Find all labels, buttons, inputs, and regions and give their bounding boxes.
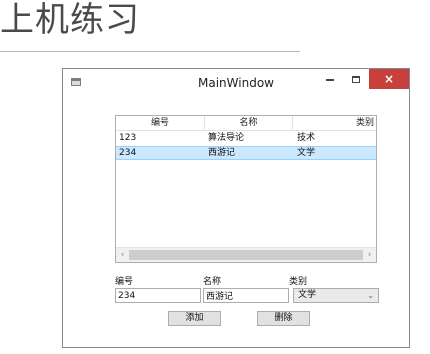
name-label: 名称 xyxy=(203,277,222,287)
cell-category: 技术 xyxy=(297,133,316,143)
category-label: 类别 xyxy=(289,277,308,287)
add-button[interactable]: 添加 xyxy=(168,311,221,326)
column-header-name[interactable]: 名称 xyxy=(205,116,293,130)
column-header-id[interactable]: 编号 xyxy=(116,116,205,130)
book-list-view[interactable]: 编号 名称 类别 123 算法导论 技术 234 西游记 文学 ‹ › xyxy=(115,115,377,263)
page-heading: 上机练习 xyxy=(0,0,140,40)
minimize-button[interactable] xyxy=(317,69,343,89)
list-header: 编号 名称 类别 xyxy=(116,116,376,131)
list-row[interactable]: 123 算法导论 技术 xyxy=(116,132,376,145)
cell-id: 234 xyxy=(119,148,137,158)
window-app-icon xyxy=(71,78,81,86)
title-bar[interactable]: MainWindow × xyxy=(63,69,409,98)
column-header-category[interactable]: 类别 xyxy=(293,116,376,130)
minimize-icon xyxy=(326,78,334,81)
id-input[interactable] xyxy=(115,288,201,303)
maximize-icon xyxy=(352,76,360,83)
cell-category: 文学 xyxy=(297,148,316,158)
close-button[interactable]: × xyxy=(369,69,409,89)
close-icon: × xyxy=(383,72,395,86)
category-combobox[interactable]: 文学 ⌄ xyxy=(293,288,379,303)
scrollbar-thumb[interactable] xyxy=(129,250,363,260)
list-row-selected[interactable]: 234 西游记 文学 xyxy=(116,146,376,160)
scroll-right-icon[interactable]: › xyxy=(363,248,376,262)
cell-id: 123 xyxy=(119,133,137,143)
id-label: 编号 xyxy=(115,277,134,287)
cell-name: 西游记 xyxy=(208,148,236,158)
horizontal-scrollbar[interactable]: ‹ › xyxy=(116,247,376,262)
scroll-left-icon[interactable]: ‹ xyxy=(116,248,129,262)
category-selected-value: 文学 xyxy=(298,290,317,300)
chevron-down-icon: ⌄ xyxy=(367,291,374,300)
name-input[interactable] xyxy=(203,288,289,303)
maximize-button[interactable] xyxy=(343,69,369,89)
cell-name: 算法导论 xyxy=(208,133,245,143)
main-window: MainWindow × 编号 名称 类别 123 算法导论 技术 234 西游… xyxy=(62,68,410,348)
heading-divider xyxy=(0,51,300,52)
delete-button[interactable]: 删除 xyxy=(257,311,310,326)
